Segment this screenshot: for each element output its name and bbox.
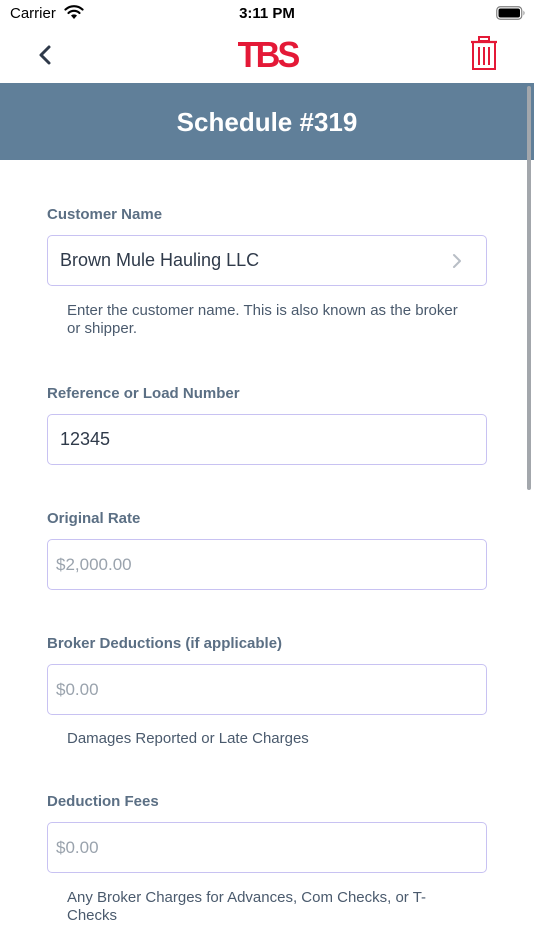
status-time: 3:11 PM bbox=[239, 5, 295, 22]
broker-deductions-help: Damages Reported or Late Charges bbox=[67, 730, 309, 747]
logo-text: TBS bbox=[237, 34, 300, 75]
customer-name-value: Brown Mule Hauling LLC bbox=[60, 250, 260, 270]
customer-name-label: Customer Name bbox=[47, 206, 163, 223]
page-title: Schedule #319 bbox=[176, 107, 358, 137]
original-rate-label: Original Rate bbox=[47, 510, 141, 527]
battery-icon bbox=[496, 6, 525, 20]
broker-deductions-input[interactable]: $0.00 bbox=[47, 664, 487, 715]
tbs-logo: TBS bbox=[0, 35, 534, 75]
reference-input[interactable]: 12345 bbox=[47, 414, 487, 465]
reference-value: 12345 bbox=[60, 429, 111, 449]
chevron-right-icon bbox=[453, 254, 461, 268]
broker-deductions-label: Broker Deductions (if applicable) bbox=[47, 635, 283, 652]
original-rate-input[interactable]: $2,000.00 bbox=[47, 539, 487, 590]
deduction-fees-label: Deduction Fees bbox=[47, 793, 159, 810]
scrollbar[interactable] bbox=[527, 86, 531, 490]
trash-icon[interactable] bbox=[470, 36, 498, 70]
original-rate-placeholder: $2,000.00 bbox=[56, 555, 132, 574]
page-header: Schedule #319 bbox=[0, 83, 534, 160]
deduction-fees-input[interactable]: $0.00 bbox=[47, 822, 487, 873]
customer-name-help: Enter the customer name. This is also kn… bbox=[67, 302, 458, 337]
deduction-fees-help: Any Broker Charges for Advances, Com Che… bbox=[67, 889, 427, 924]
nav-bar: TBS bbox=[0, 28, 534, 83]
broker-deductions-placeholder: $0.00 bbox=[56, 680, 99, 699]
deduction-fees-placeholder: $0.00 bbox=[56, 838, 99, 857]
reference-label: Reference or Load Number bbox=[47, 385, 240, 402]
status-bar: Carrier 3:11 PM bbox=[0, 0, 534, 28]
customer-name-field[interactable]: Brown Mule Hauling LLC bbox=[47, 235, 487, 286]
